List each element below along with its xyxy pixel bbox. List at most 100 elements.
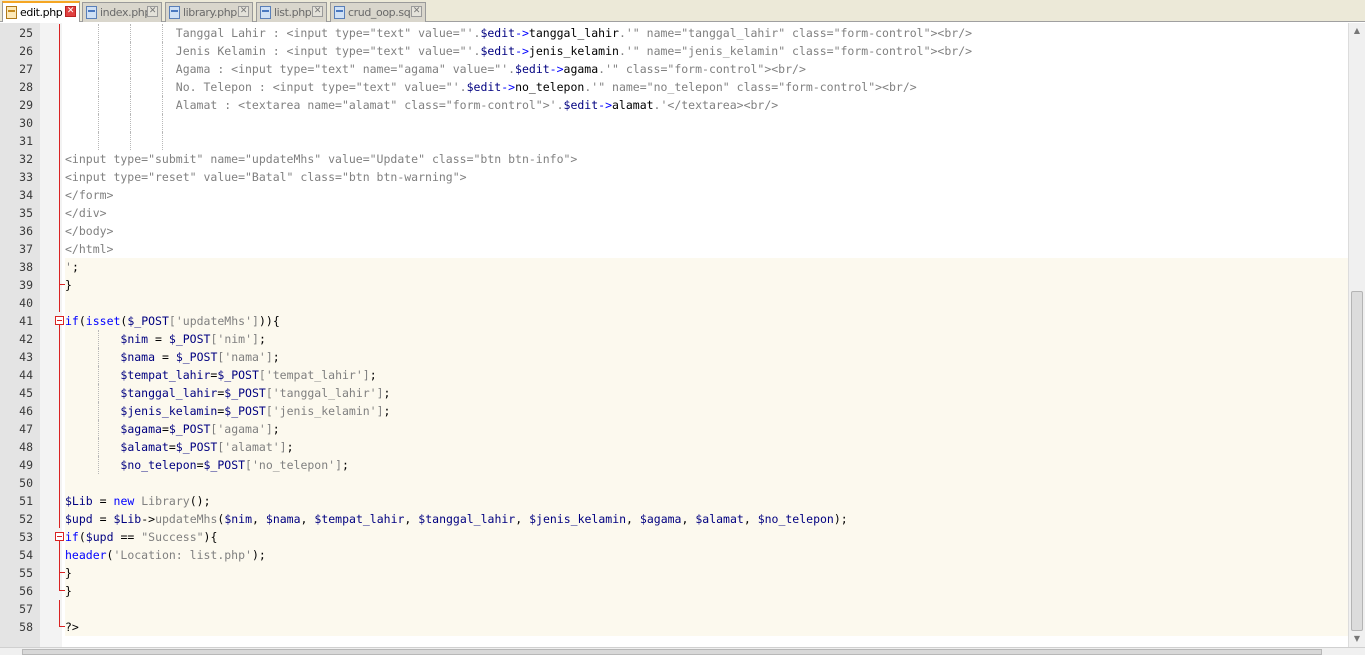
line-number[interactable]: 45 (0, 384, 33, 402)
line-number[interactable]: 54 (0, 546, 33, 564)
code-text[interactable]: $tanggal_lahir=$_POST['tanggal_lahir']; (65, 384, 1348, 402)
line-number[interactable]: 26 (0, 42, 33, 60)
close-tab-icon[interactable]: ✕ (411, 6, 422, 17)
collapse-icon[interactable] (55, 316, 64, 325)
tab-list-php[interactable]: list.php ✕ (256, 2, 327, 22)
indent-guide (98, 330, 99, 348)
line-number[interactable]: 42 (0, 330, 33, 348)
fold-marker[interactable] (55, 312, 65, 330)
line-number[interactable]: 35 (0, 204, 33, 222)
code-text[interactable]: Alamat : <textarea name="alamat" class="… (65, 96, 1348, 114)
code-text[interactable]: Jenis Kelamin : <input type="text" value… (65, 42, 1348, 60)
indent-guide (130, 42, 131, 60)
code-text[interactable]: if(isset($_POST['updateMhs'])){ (65, 312, 1348, 330)
line-number[interactable]: 31 (0, 132, 33, 150)
line-number[interactable]: 50 (0, 474, 33, 492)
code-text[interactable]: <input type="submit" name="updateMhs" va… (65, 150, 1348, 168)
collapse-icon[interactable] (55, 532, 64, 541)
horizontal-scrollbar-thumb[interactable] (22, 649, 1322, 655)
code-text[interactable]: $nim = $_POST['nim']; (65, 330, 1348, 348)
line-number[interactable]: 52 (0, 510, 33, 528)
line-number[interactable]: 28 (0, 78, 33, 96)
indent-guide (162, 96, 163, 114)
code-text[interactable]: Tanggal Lahir : <input type="text" value… (65, 24, 1348, 42)
line-number[interactable]: 57 (0, 600, 33, 618)
code-text[interactable]: } (65, 582, 1348, 600)
code-text[interactable]: } (65, 564, 1348, 582)
code-text[interactable]: $agama=$_POST['agama']; (65, 420, 1348, 438)
code-text[interactable]: No. Telepon : <input type="text" value="… (65, 78, 1348, 96)
code-text[interactable]: $no_telepon=$_POST['no_telepon']; (65, 456, 1348, 474)
line-number[interactable]: 58 (0, 618, 33, 636)
line-number[interactable]: 47 (0, 420, 33, 438)
indent-guide (130, 60, 131, 78)
line-number[interactable]: 32 (0, 150, 33, 168)
code-text[interactable]: header('Location: list.php'); (65, 546, 1348, 564)
code-line: 56} (0, 582, 1348, 600)
line-number[interactable]: 37 (0, 240, 33, 258)
code-text[interactable]: $upd = $Lib->updateMhs($nim, $nama, $tem… (65, 510, 1348, 528)
code-text[interactable] (65, 600, 1348, 618)
code-text[interactable]: </div> (65, 204, 1348, 222)
line-number[interactable]: 40 (0, 294, 33, 312)
line-number[interactable]: 25 (0, 24, 33, 42)
close-tab-icon[interactable]: ✕ (312, 6, 323, 17)
code-text[interactable]: $nama = $_POST['nama']; (65, 348, 1348, 366)
tab-library-php[interactable]: library.php ✕ (165, 2, 253, 22)
line-number[interactable]: 34 (0, 186, 33, 204)
line-number[interactable]: 44 (0, 366, 33, 384)
close-tab-icon[interactable]: ✕ (65, 6, 76, 17)
vertical-scrollbar[interactable]: ▲ ▼ (1348, 23, 1365, 647)
line-number[interactable]: 49 (0, 456, 33, 474)
code-text[interactable]: $Lib = new Library(); (65, 492, 1348, 510)
code-text[interactable] (65, 132, 1348, 150)
code-text[interactable]: <input type="reset" value="Batal" class=… (65, 168, 1348, 186)
code-text[interactable] (65, 294, 1348, 312)
indent-guide (98, 132, 99, 150)
code-text[interactable]: } (65, 276, 1348, 294)
horizontal-scrollbar[interactable] (0, 647, 1365, 655)
code-text[interactable]: Agama : <input type="text" name="agama" … (65, 60, 1348, 78)
line-number[interactable]: 55 (0, 564, 33, 582)
code-editor[interactable]: 25 Tanggal Lahir : <input type="text" va… (0, 23, 1348, 647)
code-text[interactable]: $tempat_lahir=$_POST['tempat_lahir']; (65, 366, 1348, 384)
code-line: 43 $nama = $_POST['nama']; (0, 348, 1348, 366)
fold-marker[interactable] (55, 528, 65, 546)
tab-edit-php[interactable]: edit.php ✕ (2, 1, 80, 22)
indent-guide (98, 420, 99, 438)
code-text[interactable] (65, 114, 1348, 132)
code-text[interactable]: $jenis_kelamin=$_POST['jenis_kelamin']; (65, 402, 1348, 420)
line-number[interactable]: 27 (0, 60, 33, 78)
code-text[interactable]: </body> (65, 222, 1348, 240)
indent-guide (98, 60, 99, 78)
tab-index-php[interactable]: index.php ✕ (82, 2, 162, 22)
code-text[interactable]: if($upd == "Success"){ (65, 528, 1348, 546)
close-tab-icon[interactable]: ✕ (238, 6, 249, 17)
fold-marker (55, 150, 65, 168)
code-text[interactable]: </html> (65, 240, 1348, 258)
line-number[interactable]: 51 (0, 492, 33, 510)
line-number[interactable]: 29 (0, 96, 33, 114)
line-number[interactable]: 53 (0, 528, 33, 546)
line-number[interactable]: 43 (0, 348, 33, 366)
close-tab-icon[interactable]: ✕ (147, 6, 158, 17)
code-text[interactable] (65, 474, 1348, 492)
code-text[interactable]: $alamat=$_POST['alamat']; (65, 438, 1348, 456)
line-number[interactable]: 38 (0, 258, 33, 276)
line-number[interactable]: 46 (0, 402, 33, 420)
scroll-down-icon[interactable]: ▼ (1351, 633, 1363, 645)
code-text[interactable]: '; (65, 258, 1348, 276)
tab-crud-oop-sql[interactable]: crud_oop.sql ✕ (330, 2, 426, 22)
code-line: 38 '; (0, 258, 1348, 276)
line-number[interactable]: 33 (0, 168, 33, 186)
line-number[interactable]: 30 (0, 114, 33, 132)
scroll-up-icon[interactable]: ▲ (1351, 25, 1363, 37)
line-number[interactable]: 41 (0, 312, 33, 330)
line-number[interactable]: 56 (0, 582, 33, 600)
code-text[interactable]: ?> (65, 618, 1348, 636)
code-text[interactable]: </form> (65, 186, 1348, 204)
line-number[interactable]: 39 (0, 276, 33, 294)
line-number[interactable]: 48 (0, 438, 33, 456)
line-number[interactable]: 36 (0, 222, 33, 240)
scrollbar-thumb[interactable] (1351, 291, 1363, 631)
